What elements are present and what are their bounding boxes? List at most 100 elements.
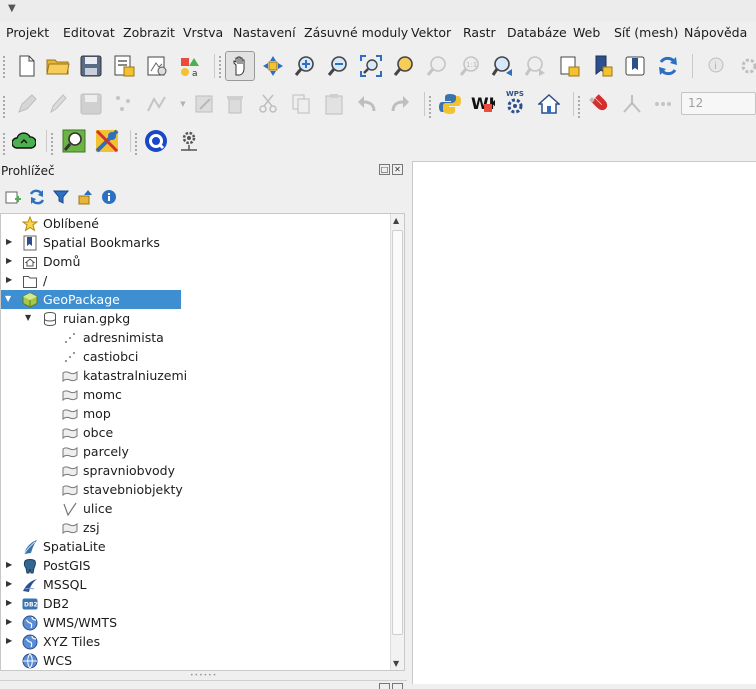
open-project-icon[interactable]: [45, 53, 71, 79]
toolbar-grip[interactable]: [3, 131, 6, 157]
chevron-down-icon[interactable]: ▼: [8, 3, 16, 14]
toolbar-grip[interactable]: [578, 94, 581, 120]
menu-zobrazit[interactable]: Zobrazit: [123, 25, 175, 40]
home-server-icon[interactable]: [536, 91, 562, 117]
expand-arrow-icon[interactable]: ▶: [6, 237, 14, 247]
close-icon[interactable]: ✕: [392, 164, 403, 175]
filter-icon[interactable]: [52, 188, 70, 206]
collapse-all-icon[interactable]: [76, 188, 94, 206]
cloud-plugin-icon[interactable]: [11, 128, 37, 154]
scrollbar-thumb[interactable]: [392, 230, 403, 635]
refresh-icon[interactable]: [28, 188, 46, 206]
tree-item-ulice[interactable]: ulice: [1, 499, 391, 518]
toolbar-grip[interactable]: [3, 54, 6, 80]
snapping-tolerance-spinbox[interactable]: 12: [681, 92, 756, 115]
new-bookmark-icon[interactable]: [589, 53, 615, 79]
tree-item-mop[interactable]: mop: [1, 404, 391, 423]
zoom-in-icon[interactable]: [292, 53, 318, 79]
map-canvas[interactable]: [412, 161, 756, 684]
add-layer-icon[interactable]: [4, 188, 22, 206]
scroll-up-icon[interactable]: ▲: [393, 216, 399, 225]
expand-arrow-icon[interactable]: ▶: [6, 636, 14, 646]
tree-item-spatialite[interactable]: SpatiaLite: [1, 537, 391, 556]
tree-scrollbar[interactable]: ▲ ▼: [390, 214, 404, 670]
menu-vektor[interactable]: Vektor: [411, 25, 451, 40]
toolbar-grip[interactable]: [51, 131, 54, 157]
toolbar-grip[interactable]: [429, 94, 432, 120]
tree-item-geopackage[interactable]: ▼ GeoPackage: [1, 290, 181, 309]
tree-item-spravniobvody[interactable]: spravniobvody: [1, 461, 391, 480]
menu-web[interactable]: Web: [573, 25, 600, 40]
tree-item-spatial-bookmarks[interactable]: ▶ Spatial Bookmarks: [1, 233, 391, 252]
menu-projekt[interactable]: Projekt: [6, 25, 49, 40]
save-project-icon[interactable]: [78, 53, 104, 79]
expand-arrow-icon[interactable]: ▶: [6, 275, 14, 285]
menu-rastr[interactable]: Rastr: [463, 25, 496, 40]
menu-editovat[interactable]: Editovat: [63, 25, 115, 40]
tree-item-wms-wmts[interactable]: ▶ WMS/WMTS: [1, 613, 391, 632]
tree-item-adresnimista[interactable]: adresnimista: [1, 328, 391, 347]
wps-client-icon[interactable]: WPS: [503, 89, 529, 115]
processing-search-icon[interactable]: [61, 128, 87, 154]
vertex-tool-icon: [144, 91, 170, 117]
tree-item-zsj[interactable]: zsj: [1, 518, 391, 537]
expand-arrow-icon[interactable]: ▶: [6, 617, 14, 627]
tree-item-ruian-gpkg[interactable]: ▼ ruian.gpkg: [1, 309, 391, 328]
expand-arrow-icon[interactable]: ▶: [6, 598, 14, 608]
collapse-arrow-icon[interactable]: ▼: [5, 294, 13, 304]
tree-item-wcs[interactable]: WCS: [1, 651, 391, 670]
menu-napoveda[interactable]: Nápověda: [684, 25, 747, 40]
expand-arrow-icon[interactable]: ▶: [6, 560, 14, 570]
zoom-to-selection-icon[interactable]: [391, 53, 417, 79]
quickwkt-icon[interactable]: WKT: [470, 91, 496, 117]
chevron-down-icon: ▼: [180, 100, 186, 108]
menu-databaze[interactable]: Databáze: [507, 25, 567, 40]
collapse-arrow-icon[interactable]: ▼: [25, 313, 33, 323]
snapping-magnet-icon[interactable]: [586, 91, 612, 117]
tree-item-db2[interactable]: ▶ DB2 DB2: [1, 594, 391, 613]
python-console-icon[interactable]: [437, 91, 463, 117]
style-manager-icon[interactable]: a: [177, 53, 203, 79]
tree-item-domu[interactable]: ▶ Domů: [1, 252, 391, 271]
save-edits-icon: [78, 91, 104, 117]
menu-sit-mesh[interactable]: Síť (mesh): [614, 25, 678, 40]
menu-zasuvne-moduly[interactable]: Zásuvné moduly: [304, 25, 408, 40]
pan-to-selection-icon[interactable]: [260, 53, 286, 79]
zoom-full-icon[interactable]: [358, 53, 384, 79]
scroll-down-icon[interactable]: ▼: [393, 659, 399, 668]
tree-item-label: Spatial Bookmarks: [43, 235, 160, 250]
expand-arrow-icon[interactable]: ▶: [6, 579, 14, 589]
new-project-icon[interactable]: [14, 53, 40, 79]
tree-item-castiobci[interactable]: castiobci: [1, 347, 391, 366]
show-bookmarks-icon[interactable]: [622, 53, 648, 79]
zoom-out-icon[interactable]: [325, 53, 351, 79]
processing-toolbox-icon[interactable]: [94, 128, 120, 154]
refresh-icon[interactable]: [655, 53, 681, 79]
project-templates-icon[interactable]: [111, 53, 137, 79]
toolbar-grip[interactable]: [135, 131, 138, 157]
tree-item-obce[interactable]: obce: [1, 423, 391, 442]
plugin-settings-icon[interactable]: [176, 128, 202, 154]
pan-map-icon[interactable]: [225, 51, 255, 81]
tree-item-mssql[interactable]: ▶ MSSQL: [1, 575, 391, 594]
tree-item-postgis[interactable]: ▶ PostGIS: [1, 556, 391, 575]
panel-splitter-handle[interactable]: ••••••: [190, 672, 217, 679]
print-layout-icon[interactable]: [144, 53, 170, 79]
toolbar-grip[interactable]: [219, 54, 222, 80]
tree-item-katastralniuzemi[interactable]: katastralniuzemi: [1, 366, 391, 385]
menu-vrstva[interactable]: Vrstva: [183, 25, 223, 40]
tree-item-oblibene[interactable]: Oblíbené: [1, 214, 391, 233]
tree-item-parcely[interactable]: parcely: [1, 442, 391, 461]
zoom-last-icon[interactable]: [490, 53, 516, 79]
tree-item-root[interactable]: ▶ /: [1, 271, 391, 290]
tree-item-xyz-tiles[interactable]: ▶ XYZ Tiles: [1, 632, 391, 651]
toolbar-grip[interactable]: [3, 94, 6, 120]
tree-item-momc[interactable]: momc: [1, 385, 391, 404]
info-icon[interactable]: [100, 188, 118, 206]
float-panel-icon[interactable]: □: [379, 164, 390, 175]
plugin-q-logo-icon[interactable]: [143, 128, 169, 154]
new-map-view-icon[interactable]: [556, 53, 582, 79]
menu-nastaveni[interactable]: Nastavení: [233, 25, 296, 40]
expand-arrow-icon[interactable]: ▶: [6, 256, 14, 266]
tree-item-stavebniobjekty[interactable]: stavebniobjekty: [1, 480, 391, 499]
